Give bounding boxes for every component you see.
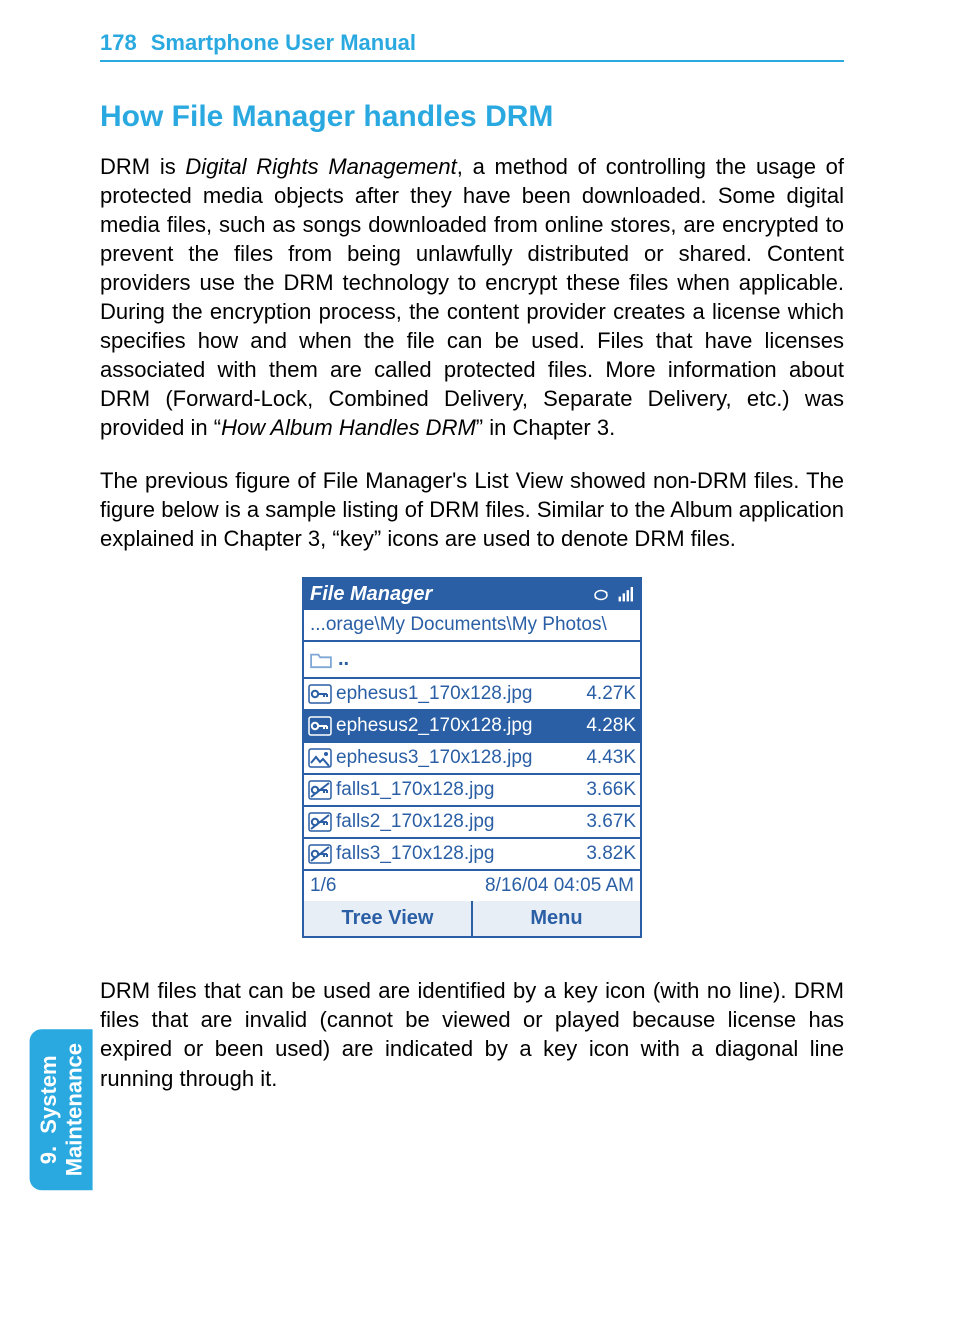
section-heading: How File Manager handles DRM <box>100 100 844 134</box>
softkey-menu[interactable]: Menu <box>473 901 640 936</box>
file-name: ephesus1_170x128.jpg <box>336 683 582 705</box>
drm-key-icon <box>308 684 332 704</box>
file-manager-up-row[interactable]: .. <box>304 642 640 679</box>
softkey-tree-view[interactable]: Tree View <box>304 901 473 936</box>
file-size: 4.43K <box>586 747 636 769</box>
sync-icon <box>592 587 610 603</box>
header-title: Smartphone User Manual <box>151 30 416 56</box>
file-size: 4.27K <box>586 683 636 705</box>
paragraph-figure-intro: The previous figure of File Manager's Li… <box>100 466 844 553</box>
drm-key-invalid-icon <box>308 844 332 864</box>
file-manager-position: 1/6 <box>310 875 336 897</box>
file-manager-path: ...orage\My Documents\My Photos\ <box>304 610 640 642</box>
drm-key-invalid-icon <box>308 780 332 800</box>
folder-icon <box>310 651 332 669</box>
drm-key-invalid-icon <box>308 812 332 832</box>
file-manager-title: File Manager <box>310 583 432 606</box>
file-manager-titlebar: File Manager <box>304 579 640 610</box>
file-size: 4.28K <box>586 715 636 737</box>
file-row[interactable]: falls1_170x128.jpg3.66K <box>304 775 640 807</box>
chapter-side-tab: 9. System Maintenance <box>30 1029 93 1190</box>
file-name: falls1_170x128.jpg <box>336 779 582 801</box>
paragraph-drm-intro: DRM is Digital Rights Management, a meth… <box>100 152 844 442</box>
image-file-icon <box>308 748 332 768</box>
file-row[interactable]: ephesus1_170x128.jpg4.27K <box>304 679 640 711</box>
file-name: ephesus3_170x128.jpg <box>336 747 582 769</box>
file-row[interactable]: falls3_170x128.jpg3.82K <box>304 839 640 871</box>
text-emphasis: Digital Rights Management <box>185 154 456 179</box>
file-name: ephesus2_170x128.jpg <box>336 715 582 737</box>
file-row[interactable]: ephesus3_170x128.jpg4.43K <box>304 743 640 775</box>
signal-icon <box>616 587 634 603</box>
file-size: 3.82K <box>586 843 636 865</box>
file-manager-figure: File Manager ...orage\My Documents\My Ph… <box>100 577 844 938</box>
file-name: falls3_170x128.jpg <box>336 843 582 865</box>
text-run: , a method of controlling the usage of p… <box>100 154 844 440</box>
drm-key-icon <box>308 716 332 736</box>
text-emphasis: How Album Handles DRM <box>221 415 476 440</box>
text-run: ” in Chapter 3. <box>476 415 615 440</box>
file-manager-window: File Manager ...orage\My Documents\My Ph… <box>302 577 642 938</box>
page-header: 178 Smartphone User Manual <box>100 30 844 62</box>
file-manager-status-bar: 1/6 8/16/04 04:05 AM <box>304 871 640 901</box>
text-run: DRM is <box>100 154 185 179</box>
file-size: 3.67K <box>586 811 636 833</box>
file-size: 3.66K <box>586 779 636 801</box>
paragraph-key-icon-desc: DRM files that can be used are identifie… <box>100 976 844 1092</box>
file-row[interactable]: falls2_170x128.jpg3.67K <box>304 807 640 839</box>
file-manager-up-label: .. <box>338 648 349 671</box>
file-manager-timestamp: 8/16/04 04:05 AM <box>485 875 634 897</box>
file-row[interactable]: ephesus2_170x128.jpg4.28K <box>304 711 640 743</box>
file-name: falls2_170x128.jpg <box>336 811 582 833</box>
file-manager-softkeys: Tree View Menu <box>304 901 640 936</box>
page-number: 178 <box>100 30 137 56</box>
